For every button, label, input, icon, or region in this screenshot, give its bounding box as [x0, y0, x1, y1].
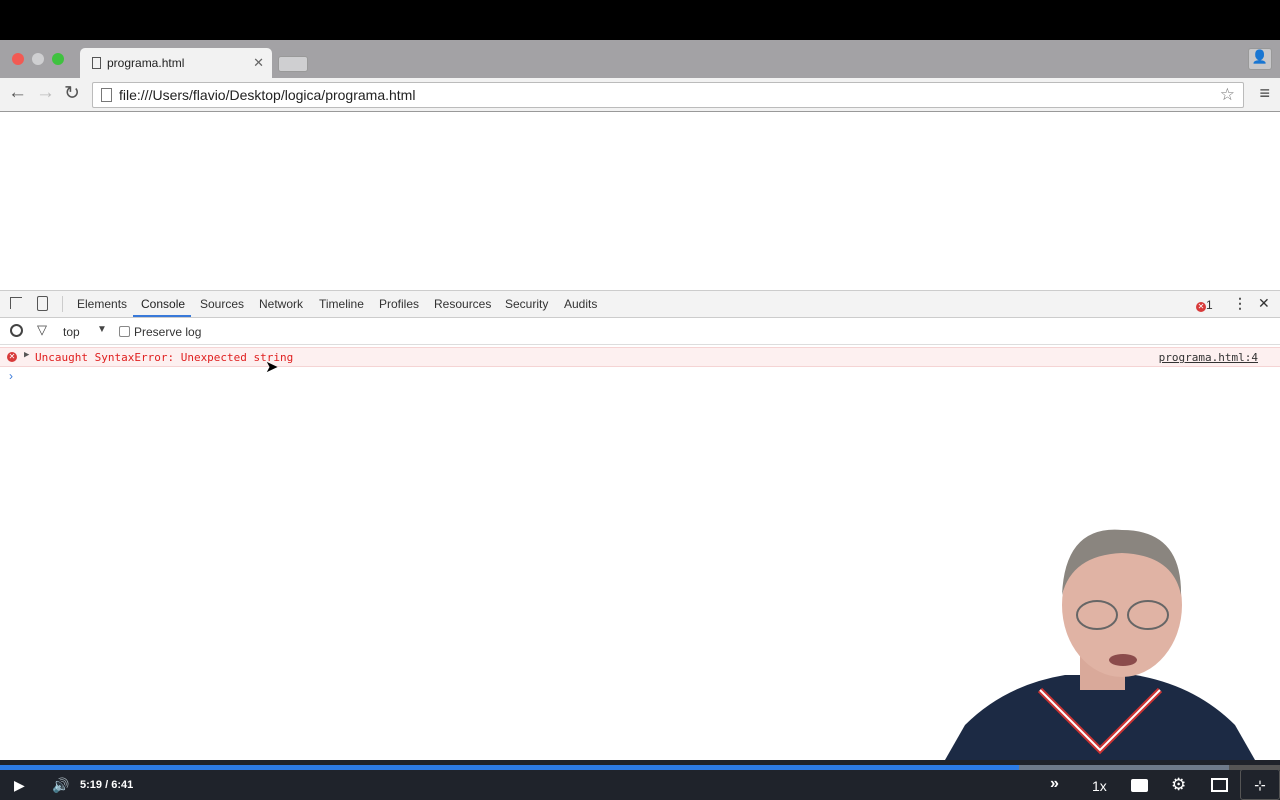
- console-error-row[interactable]: ✕ ▶ Uncaught SyntaxError: Unexpected str…: [0, 347, 1280, 367]
- device-mode-icon[interactable]: [37, 296, 48, 311]
- page-content: [0, 112, 1280, 290]
- skip-forward-icon[interactable]: »: [1050, 775, 1059, 793]
- browser-toolbar: ← → ↻ file:///Users/flavio/Desktop/logic…: [0, 78, 1280, 112]
- video-letterbox: [0, 0, 1280, 40]
- menu-icon[interactable]: ≡: [1259, 83, 1270, 104]
- page-icon: [101, 88, 112, 102]
- console-toolbar: ▽ top ▼ Preserve log: [0, 318, 1280, 345]
- tab-profiles[interactable]: Profiles: [379, 297, 419, 311]
- duration: 6:41: [111, 779, 134, 791]
- mouse-cursor: ➤: [265, 359, 279, 376]
- time-separator: /: [105, 779, 109, 791]
- error-icon: ✕: [7, 352, 17, 362]
- filter-icon[interactable]: ▽: [37, 322, 47, 338]
- close-devtools-icon[interactable]: ✕: [1258, 295, 1270, 312]
- inspect-icon[interactable]: [10, 297, 22, 309]
- tab-network[interactable]: Network: [259, 297, 303, 311]
- url-text: file:///Users/flavio/Desktop/logica/prog…: [119, 87, 416, 103]
- forward-icon[interactable]: →: [36, 82, 55, 104]
- played-bar: [0, 765, 1019, 770]
- progress-bar[interactable]: [0, 765, 1280, 770]
- close-window-button[interactable]: [12, 53, 24, 65]
- captions-icon[interactable]: [1131, 779, 1148, 792]
- browser-window: programa.html ✕ 👤 ← → ↻ file:///Users/fl…: [0, 40, 1280, 112]
- star-icon[interactable]: ☆: [1220, 85, 1235, 105]
- error-icon: ✕: [1196, 302, 1206, 312]
- current-time: 5:19: [80, 779, 103, 791]
- reload-icon[interactable]: ↻: [64, 82, 80, 105]
- tab-timeline[interactable]: Timeline: [319, 297, 364, 311]
- error-message: Uncaught SyntaxError: Unexpected string: [35, 351, 294, 364]
- tab-console[interactable]: Console: [141, 297, 185, 311]
- speed-button[interactable]: 1x: [1092, 778, 1107, 794]
- console-prompt[interactable]: ›: [9, 369, 13, 383]
- tab-audits[interactable]: Audits: [564, 297, 597, 311]
- more-options-icon[interactable]: ⋮: [1233, 295, 1247, 312]
- expand-triangle-icon[interactable]: ▶: [24, 350, 29, 360]
- maximize-window-button[interactable]: [52, 53, 64, 65]
- dropdown-arrow-icon[interactable]: ▼: [97, 324, 107, 335]
- tab-elements[interactable]: Elements: [77, 297, 127, 311]
- tab-sources[interactable]: Sources: [200, 297, 244, 311]
- error-counter[interactable]: ✕ 1: [1196, 298, 1213, 312]
- tab-security[interactable]: Security: [505, 297, 548, 311]
- back-icon[interactable]: ←: [8, 82, 27, 104]
- exit-fullscreen-icon[interactable]: ⊹: [1240, 769, 1280, 800]
- error-source-link[interactable]: programa.html:4: [1159, 351, 1258, 364]
- webcam-overlay: [945, 525, 1255, 760]
- presenter-video: [945, 529, 1255, 760]
- settings-icon[interactable]: ⚙: [1171, 775, 1186, 795]
- preserve-log-label: Preserve log: [134, 325, 202, 339]
- active-tab-indicator: [133, 315, 191, 317]
- clear-console-icon[interactable]: [10, 324, 23, 337]
- browser-tab[interactable]: programa.html ✕: [80, 48, 272, 78]
- close-tab-icon[interactable]: ✕: [253, 55, 264, 71]
- time-display: 5:19 / 6:41: [80, 779, 133, 791]
- play-icon[interactable]: ▶: [14, 777, 25, 794]
- picture-in-picture-icon[interactable]: [1211, 778, 1228, 792]
- devtools-tabs: Elements Console Sources Network Timelin…: [0, 291, 1280, 318]
- tab-title: programa.html: [107, 56, 185, 70]
- minimize-window-button[interactable]: [32, 53, 44, 65]
- profile-icon[interactable]: 👤: [1248, 48, 1272, 70]
- divider: [62, 296, 63, 312]
- volume-icon[interactable]: 🔊: [52, 777, 69, 794]
- page-icon: [92, 57, 101, 69]
- new-tab-button[interactable]: [278, 56, 308, 72]
- context-select[interactable]: top: [63, 325, 80, 339]
- tab-resources[interactable]: Resources: [434, 297, 491, 311]
- address-bar[interactable]: file:///Users/flavio/Desktop/logica/prog…: [92, 82, 1244, 108]
- preserve-log-checkbox[interactable]: [119, 326, 130, 337]
